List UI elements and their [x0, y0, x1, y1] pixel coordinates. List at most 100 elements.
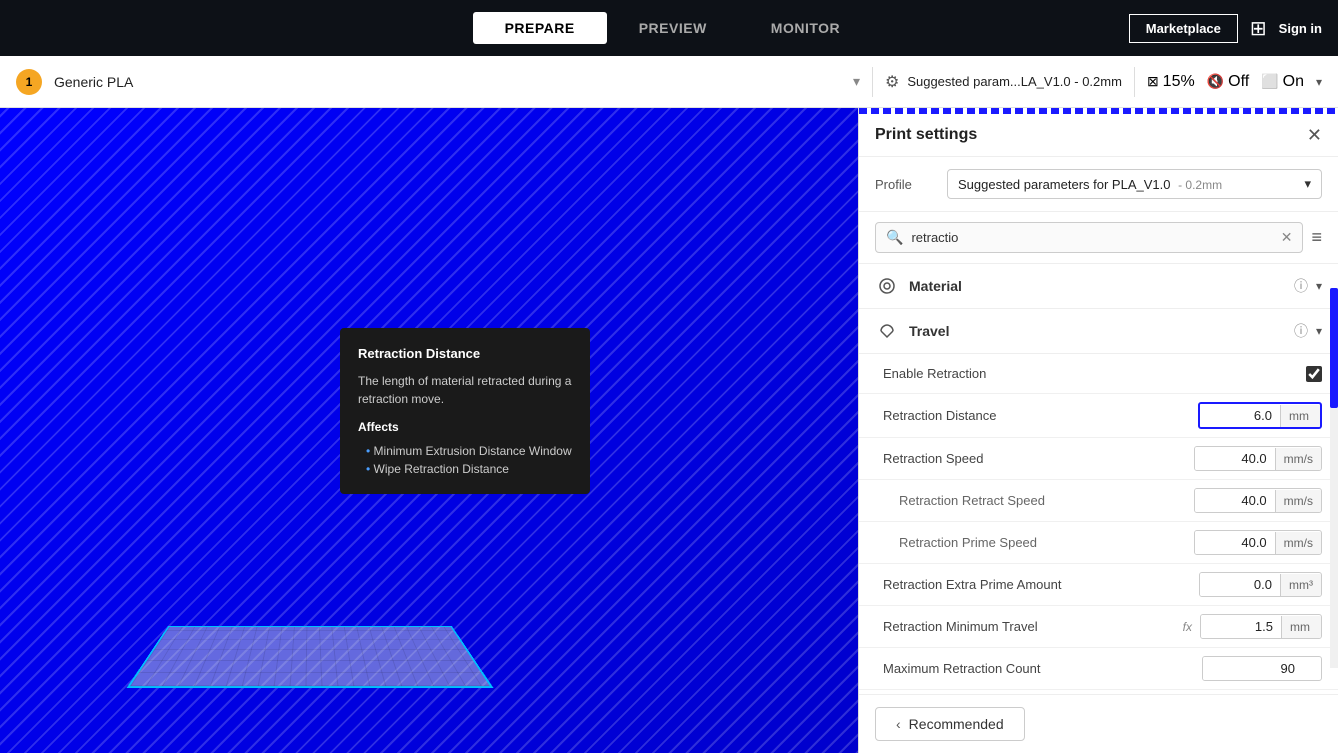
tab-prepare[interactable]: PREPARE	[473, 12, 607, 44]
retraction-distance-input[interactable]	[1200, 404, 1280, 427]
retraction-retract-speed-input[interactable]	[1195, 489, 1275, 512]
toolbar-divider-2	[1134, 67, 1135, 97]
retraction-prime-speed-input-box: mm/s	[1194, 530, 1322, 555]
material-dropdown-chevron[interactable]: ▾	[853, 73, 860, 90]
retraction-retract-speed-input-box: mm/s	[1194, 488, 1322, 513]
toolbar-divider-1	[872, 67, 873, 97]
profile-version-text: - 0.2mm	[1178, 178, 1222, 192]
retraction-min-travel-input-box: mm	[1200, 614, 1322, 639]
tooltip-title: Retraction Distance	[358, 344, 572, 364]
max-retraction-count-input[interactable]	[1203, 657, 1303, 680]
material-section-label: Material	[909, 278, 1294, 294]
retraction-min-travel-unit: mm	[1281, 616, 1321, 638]
suggested-params-text: Suggested param...LA_V1.0 - 0.2mm	[907, 74, 1122, 89]
search-row: 🔍 ✕ ≡	[859, 212, 1338, 264]
travel-info-icon[interactable]: ⓘ	[1294, 321, 1308, 341]
material-section-icon	[875, 274, 899, 298]
infill-percent-label: 15%	[1163, 73, 1195, 91]
secondary-toolbar: 1 Generic PLA ▾ ⚙ Suggested param...LA_V…	[0, 56, 1338, 108]
retraction-extra-prime-label: Retraction Extra Prime Amount	[883, 577, 1199, 592]
retraction-prime-speed-input[interactable]	[1195, 531, 1275, 554]
settings-body: Material ⓘ ▾ Travel ⓘ ▾ Enable Retractio…	[859, 264, 1338, 694]
recommended-chevron-left: ‹	[896, 716, 901, 732]
infill-stat: ⊠ 15%	[1147, 73, 1195, 91]
enable-retraction-label: Enable Retraction	[883, 366, 1306, 381]
retraction-extra-prime-input-box: mm³	[1199, 572, 1322, 597]
panel-scrollbar-thumb	[1330, 288, 1338, 408]
profile-label: Profile	[875, 177, 935, 192]
retraction-distance-input-box: mm	[1198, 402, 1322, 429]
travel-section-header[interactable]: Travel ⓘ ▾	[859, 309, 1338, 354]
panel-title: Print settings	[875, 126, 977, 144]
enable-retraction-row: Enable Retraction	[859, 354, 1338, 394]
profile-dropdown[interactable]: Suggested parameters for PLA_V1.0 - 0.2m…	[947, 169, 1322, 199]
enable-retraction-checkbox[interactable]	[1306, 366, 1322, 382]
retraction-retract-speed-unit: mm/s	[1275, 490, 1321, 512]
material-section-header[interactable]: Material ⓘ ▾	[859, 264, 1338, 309]
search-icon: 🔍	[886, 229, 903, 246]
print-settings-panel: Print settings ✕ Profile Suggested param…	[858, 108, 1338, 753]
settings-expand-chevron[interactable]: ▾	[1316, 75, 1322, 89]
retraction-retract-speed-row: Retraction Retract Speed mm/s	[859, 480, 1338, 522]
tooltip-affect-item-2: Wipe Retraction Distance	[366, 460, 572, 478]
retraction-speed-label: Retraction Speed	[883, 451, 1194, 466]
retraction-distance-unit: mm	[1280, 405, 1320, 427]
max-retraction-count-row: Maximum Retraction Count	[859, 648, 1338, 690]
max-retraction-count-label: Maximum Retraction Count	[883, 661, 1202, 676]
search-box: 🔍 ✕	[875, 222, 1303, 253]
retraction-speed-row: Retraction Speed mm/s	[859, 438, 1338, 480]
close-panel-button[interactable]: ✕	[1307, 126, 1322, 144]
profile-row: Profile Suggested parameters for PLA_V1.…	[859, 157, 1338, 212]
suggested-params-selector[interactable]: ⚙ Suggested param...LA_V1.0 - 0.2mm	[885, 72, 1122, 92]
sign-in-button[interactable]: Sign in	[1279, 21, 1322, 36]
tooltip-affects-list: Minimum Extrusion Distance Window Wipe R…	[358, 442, 572, 478]
tooltip-description: The length of material retracted during …	[358, 372, 572, 408]
profile-dropdown-chevron: ▾	[1304, 176, 1311, 192]
top-navigation: PREPARE PREVIEW MONITOR Marketplace ⊞ Si…	[0, 0, 1338, 56]
retraction-distance-row: Retraction Distance mm	[859, 394, 1338, 438]
tooltip-affect-item-1: Minimum Extrusion Distance Window	[366, 442, 572, 460]
search-clear-button[interactable]: ✕	[1281, 229, 1293, 246]
build-plate-grid	[126, 626, 493, 688]
retraction-extra-prime-input[interactable]	[1200, 573, 1280, 596]
3d-viewport[interactable]: Retraction Distance The length of materi…	[0, 108, 858, 753]
material-section-chevron[interactable]: ▾	[1316, 279, 1322, 293]
panel-scrollbar[interactable]	[1330, 288, 1338, 668]
fx-icon: fx	[1183, 620, 1192, 634]
max-retraction-count-input-box	[1202, 656, 1322, 681]
retraction-prime-speed-label: Retraction Prime Speed	[883, 535, 1194, 550]
adhesion-label: On	[1283, 73, 1304, 91]
sliders-icon: ⚙	[885, 72, 899, 92]
nav-right: Marketplace ⊞ Sign in	[1129, 14, 1322, 43]
tab-monitor[interactable]: MONITOR	[739, 12, 872, 44]
marketplace-button[interactable]: Marketplace	[1129, 14, 1238, 43]
apps-grid-icon[interactable]: ⊞	[1250, 16, 1267, 41]
main-content: Retraction Distance The length of materi…	[0, 108, 1338, 753]
adhesion-stat: ⬜ On	[1261, 73, 1304, 91]
nav-tabs: PREPARE PREVIEW MONITOR	[224, 12, 1121, 44]
retraction-prime-speed-row: Retraction Prime Speed mm/s	[859, 522, 1338, 564]
material-name-label: Generic PLA	[54, 74, 841, 90]
retraction-extra-prime-row: Retraction Extra Prime Amount mm³	[859, 564, 1338, 606]
profile-select-value: Suggested parameters for PLA_V1.0 - 0.2m…	[958, 177, 1222, 192]
retraction-retract-speed-label: Retraction Retract Speed	[883, 493, 1194, 508]
retraction-speed-input[interactable]	[1195, 447, 1275, 470]
panel-bottom-bar: ‹ Recommended	[859, 694, 1338, 753]
filter-icon[interactable]: ≡	[1311, 227, 1322, 248]
retraction-min-travel-input[interactable]	[1201, 615, 1281, 638]
recommended-button-label: Recommended	[909, 716, 1004, 732]
retraction-speed-input-box: mm/s	[1194, 446, 1322, 471]
travel-section-icon	[875, 319, 899, 343]
material-info-icon[interactable]: ⓘ	[1294, 276, 1308, 296]
tab-preview[interactable]: PREVIEW	[607, 12, 739, 44]
profile-name-text: Suggested parameters for PLA_V1.0	[958, 177, 1170, 192]
recommended-button[interactable]: ‹ Recommended	[875, 707, 1025, 741]
search-input[interactable]	[911, 230, 1272, 245]
retraction-distance-label: Retraction Distance	[883, 408, 1198, 423]
retraction-speed-unit: mm/s	[1275, 448, 1321, 470]
retraction-min-travel-row: Retraction Minimum Travel fx mm	[859, 606, 1338, 648]
panel-header: Print settings ✕	[859, 114, 1338, 157]
travel-section-chevron[interactable]: ▾	[1316, 324, 1322, 338]
retraction-extra-prime-unit: mm³	[1280, 574, 1321, 596]
supports-stat: 🔇 Off	[1207, 73, 1249, 91]
